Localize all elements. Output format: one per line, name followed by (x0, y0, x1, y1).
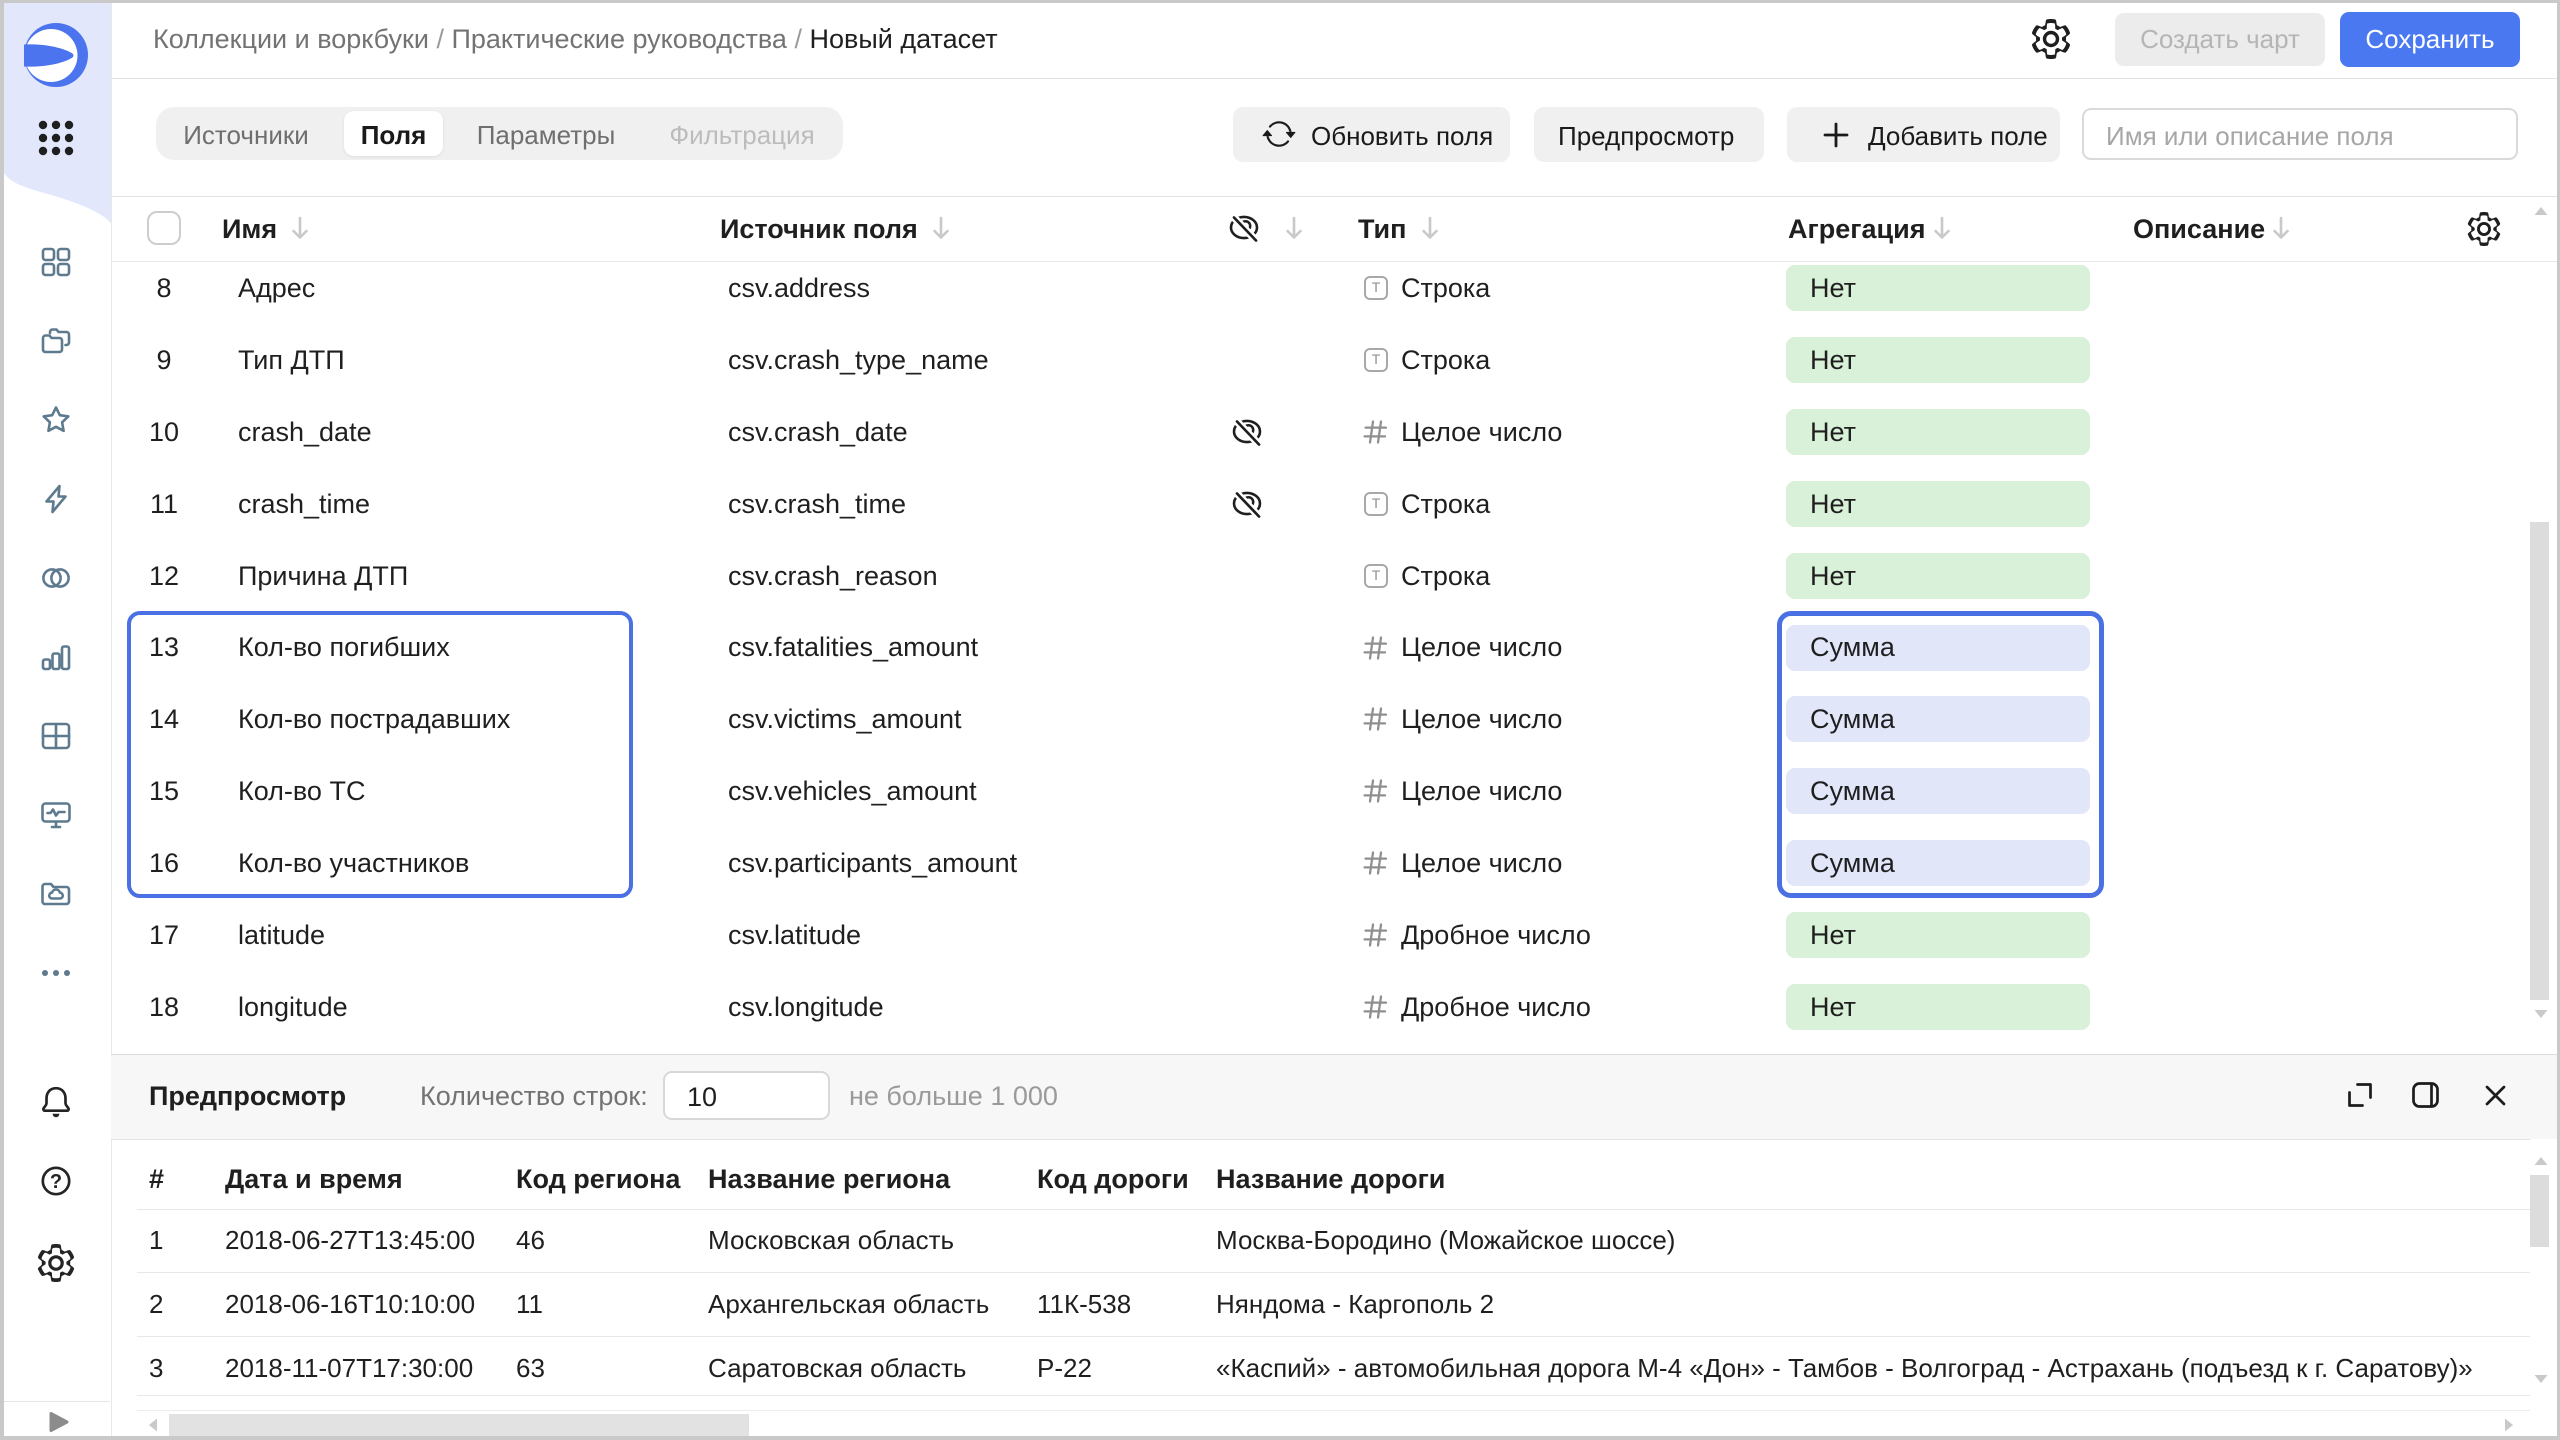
svg-text:?: ? (50, 1171, 62, 1193)
